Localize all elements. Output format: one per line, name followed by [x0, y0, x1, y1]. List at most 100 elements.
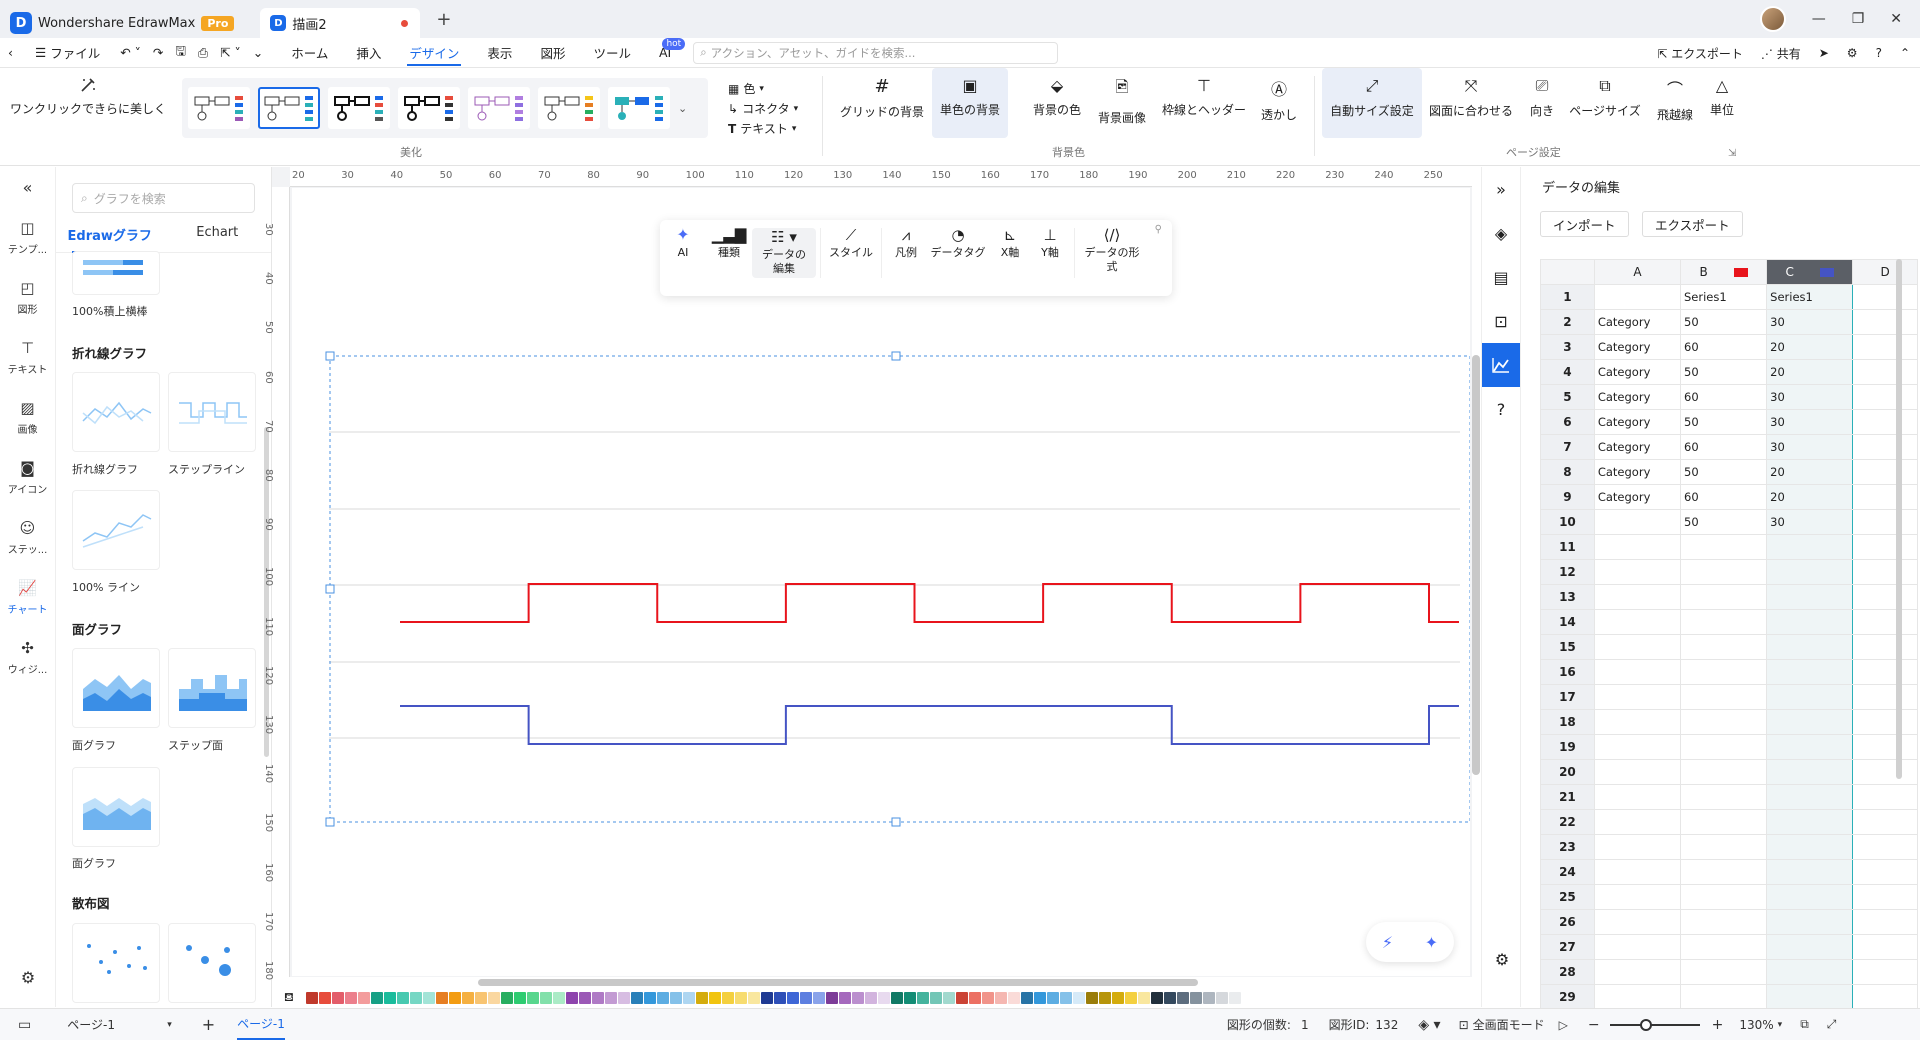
theme-3[interactable] [328, 87, 390, 129]
grid-cell[interactable]: 30 [1766, 384, 1854, 410]
thumb-scatter[interactable] [72, 923, 160, 1003]
fill-style-icon[interactable]: ◈ [1482, 211, 1520, 255]
color-swatch[interactable] [1138, 992, 1150, 1004]
color-swatch[interactable] [1125, 992, 1137, 1004]
grid-cell[interactable]: 50 [1679, 309, 1768, 335]
thumb-area-chart-2[interactable] [72, 767, 160, 847]
row-header[interactable]: 16 [1540, 659, 1595, 685]
row-header[interactable]: 23 [1540, 834, 1595, 860]
grid-cell[interactable] [1852, 959, 1918, 985]
ai-button[interactable]: ✦ AI [660, 227, 706, 260]
zoom-out-icon[interactable]: − [1588, 1017, 1600, 1033]
grid-cell[interactable] [1679, 559, 1768, 585]
nav-shapes[interactable]: ◰ 図形 [0, 267, 55, 327]
color-swatch[interactable] [995, 992, 1007, 1004]
grid-cell[interactable] [1679, 809, 1768, 835]
color-swatch[interactable] [605, 992, 617, 1004]
grid-cell[interactable] [1593, 759, 1682, 785]
grid-cell[interactable] [1593, 559, 1682, 585]
grid-cell[interactable]: Category [1593, 384, 1682, 410]
color-swatch[interactable] [553, 992, 565, 1004]
color-swatch[interactable] [1229, 992, 1241, 1004]
book-icon[interactable]: ⧉ [1800, 1017, 1809, 1032]
color-swatch[interactable] [657, 992, 669, 1004]
color-swatch[interactable] [475, 992, 487, 1004]
color-swatch[interactable] [1177, 992, 1189, 1004]
grid-cell[interactable] [1679, 759, 1768, 785]
grid-cell[interactable] [1852, 784, 1918, 810]
grid-cell[interactable] [1593, 834, 1682, 860]
nav-widgets[interactable]: ✣ ウィジ... [0, 627, 55, 687]
grid-cell[interactable] [1852, 384, 1918, 410]
theme-6[interactable] [538, 87, 600, 129]
grid-cell[interactable] [1852, 459, 1918, 485]
share-button[interactable]: ⋰ 共有 [1761, 45, 1801, 62]
grid-cell[interactable]: Series1 [1766, 284, 1854, 310]
data-format-button[interactable]: ⟨/⟩ データの形式 [1079, 228, 1145, 274]
color-swatch[interactable] [787, 992, 799, 1004]
row-header[interactable]: 26 [1540, 909, 1595, 935]
help-icon[interactable]: ? [1876, 46, 1882, 60]
grid-cell[interactable] [1679, 609, 1768, 635]
resize-handle[interactable] [891, 351, 901, 361]
grid-cell[interactable] [1679, 934, 1768, 960]
color-swatch[interactable] [488, 992, 500, 1004]
row-header[interactable]: 1 [1540, 284, 1595, 310]
settings-icon[interactable]: ⚙ [1847, 46, 1858, 60]
color-swatch[interactable] [644, 992, 656, 1004]
grid-cell[interactable] [1852, 334, 1918, 360]
grid-cell[interactable] [1852, 809, 1918, 835]
color-swatch[interactable] [1112, 992, 1124, 1004]
color-swatch[interactable] [852, 992, 864, 1004]
row-header[interactable]: 14 [1540, 609, 1595, 635]
color-swatch[interactable] [696, 992, 708, 1004]
row-header[interactable]: 22 [1540, 809, 1595, 835]
grid-cell[interactable] [1852, 909, 1918, 935]
row-header[interactable]: 13 [1540, 584, 1595, 610]
grid-cell[interactable] [1766, 559, 1854, 585]
color-swatch[interactable] [761, 992, 773, 1004]
grid-cell[interactable] [1766, 834, 1854, 860]
series-color-swatch[interactable] [1733, 268, 1748, 277]
watermark-button[interactable]: Ⓐ 透かし [1254, 68, 1304, 138]
grid-cell[interactable] [1679, 834, 1768, 860]
pin-icon[interactable]: ⚲ [1155, 224, 1162, 235]
grid-cell[interactable] [1766, 534, 1854, 560]
grid-cell[interactable] [1852, 684, 1918, 710]
color-swatch[interactable] [969, 992, 981, 1004]
row-header[interactable]: 8 [1540, 459, 1595, 485]
row-header[interactable]: 21 [1540, 784, 1595, 810]
grid-cell[interactable] [1679, 909, 1768, 935]
dialog-launcher-icon[interactable]: ⇲ [1728, 148, 1736, 159]
grid-cell[interactable]: 30 [1766, 509, 1854, 535]
minimize-icon[interactable]: — [1812, 11, 1826, 27]
data-tag-button[interactable]: ◔ データタグ [926, 228, 990, 260]
grid-cell[interactable]: 50 [1679, 359, 1768, 385]
color-swatch[interactable] [410, 992, 422, 1004]
color-swatch[interactable] [1060, 992, 1072, 1004]
grid-cell[interactable] [1766, 909, 1854, 935]
settings-icon[interactable]: ⚙ [1482, 937, 1522, 981]
grid-cell[interactable] [1852, 709, 1918, 735]
grid-cell[interactable] [1593, 709, 1682, 735]
row-header[interactable]: 27 [1540, 934, 1595, 960]
column-header-c[interactable]: C [1766, 259, 1854, 285]
theme-7[interactable] [608, 87, 670, 129]
grid-cell[interactable] [1766, 859, 1854, 885]
collapse-panel-icon[interactable]: « [0, 167, 55, 207]
play-icon[interactable]: ▷ [1559, 1018, 1568, 1032]
bg-color-button[interactable]: ⬙ 背景の色 [1024, 68, 1090, 138]
grid-cell[interactable] [1679, 884, 1768, 910]
thumb-area-chart[interactable] [72, 648, 160, 728]
help-circle-icon[interactable]: ? [1482, 387, 1520, 431]
page-properties-icon[interactable]: ▤ [1482, 255, 1520, 299]
page-size-button[interactable]: ⧉ ページサイズ [1566, 68, 1644, 138]
color-swatch[interactable] [956, 992, 968, 1004]
color-swatch[interactable] [514, 992, 526, 1004]
chevron-down-icon[interactable]: ▾ [167, 1020, 172, 1030]
grid-cell[interactable]: Category [1593, 459, 1682, 485]
row-header[interactable]: 18 [1540, 709, 1595, 735]
grid-cell[interactable] [1766, 784, 1854, 810]
grid-cell[interactable]: Category [1593, 334, 1682, 360]
redo-icon[interactable]: ↷ [147, 38, 169, 68]
